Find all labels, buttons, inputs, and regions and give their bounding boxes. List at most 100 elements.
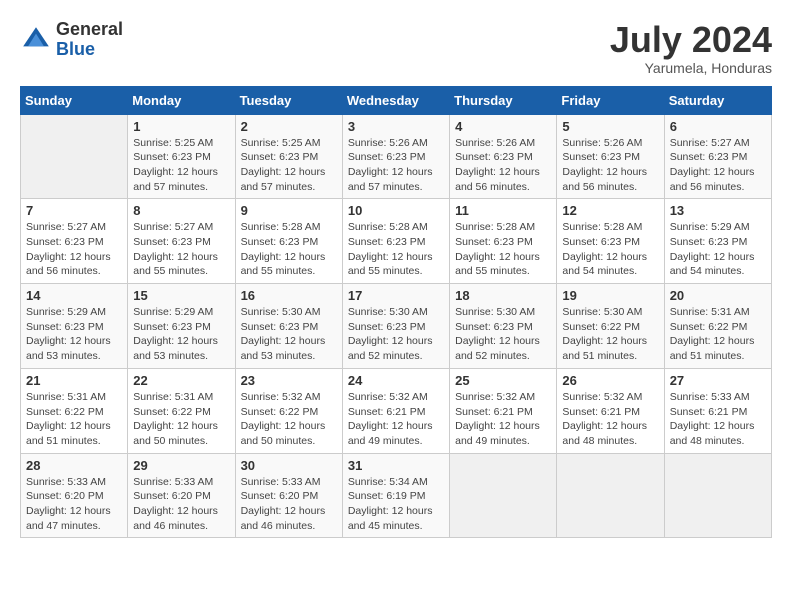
logo-general: General (56, 19, 123, 39)
day-info: Sunrise: 5:29 AM Sunset: 6:23 PM Dayligh… (670, 220, 766, 279)
calendar-cell: 3 Sunrise: 5:26 AM Sunset: 6:23 PM Daylig… (342, 114, 449, 199)
day-info: Sunrise: 5:33 AM Sunset: 6:20 PM Dayligh… (26, 475, 122, 534)
weekday-header-friday: Friday (557, 86, 664, 114)
day-info: Sunrise: 5:27 AM Sunset: 6:23 PM Dayligh… (670, 136, 766, 195)
day-info: Sunrise: 5:27 AM Sunset: 6:23 PM Dayligh… (26, 220, 122, 279)
day-number: 31 (348, 458, 444, 473)
calendar-cell: 20 Sunrise: 5:31 AM Sunset: 6:22 PM Dayli… (664, 284, 771, 369)
calendar-cell: 30 Sunrise: 5:33 AM Sunset: 6:20 PM Dayli… (235, 453, 342, 538)
day-info: Sunrise: 5:26 AM Sunset: 6:23 PM Dayligh… (455, 136, 551, 195)
weekday-header-monday: Monday (128, 86, 235, 114)
calendar-week-row: 7Sunrise: 5:27 AM Sunset: 6:23 PM Daylig… (21, 199, 772, 284)
weekday-header-wednesday: Wednesday (342, 86, 449, 114)
calendar-cell: 27 Sunrise: 5:33 AM Sunset: 6:21 PM Dayli… (664, 368, 771, 453)
weekday-header-row: SundayMondayTuesdayWednesdayThursdayFrid… (21, 86, 772, 114)
calendar-cell: 16Sunrise: 5:30 AM Sunset: 6:23 PM Dayli… (235, 284, 342, 369)
day-number: 13 (670, 203, 766, 218)
calendar-cell: 22 Sunrise: 5:31 AM Sunset: 6:22 PM Dayli… (128, 368, 235, 453)
day-number: 18 (455, 288, 551, 303)
weekday-header-thursday: Thursday (450, 86, 557, 114)
day-info: Sunrise: 5:26 AM Sunset: 6:23 PM Dayligh… (562, 136, 658, 195)
day-info: Sunrise: 5:30 AM Sunset: 6:22 PM Dayligh… (562, 305, 658, 364)
day-number: 1 (133, 119, 229, 134)
day-info: Sunrise: 5:32 AM Sunset: 6:22 PM Dayligh… (241, 390, 337, 449)
calendar-week-row: 28 Sunrise: 5:33 AM Sunset: 6:20 PM Dayli… (21, 453, 772, 538)
logo: General Blue (20, 20, 123, 60)
calendar-week-row: 1 Sunrise: 5:25 AM Sunset: 6:23 PM Daylig… (21, 114, 772, 199)
day-info: Sunrise: 5:26 AM Sunset: 6:23 PM Dayligh… (348, 136, 444, 195)
calendar-cell: 24Sunrise: 5:32 AM Sunset: 6:21 PM Dayli… (342, 368, 449, 453)
day-number: 28 (26, 458, 122, 473)
day-number: 5 (562, 119, 658, 134)
calendar-cell: 15 Sunrise: 5:29 AM Sunset: 6:23 PM Dayli… (128, 284, 235, 369)
calendar-cell: 18 Sunrise: 5:30 AM Sunset: 6:23 PM Dayli… (450, 284, 557, 369)
calendar-cell (664, 453, 771, 538)
day-info: Sunrise: 5:30 AM Sunset: 6:23 PM Dayligh… (455, 305, 551, 364)
calendar-cell: 23Sunrise: 5:32 AM Sunset: 6:22 PM Dayli… (235, 368, 342, 453)
day-number: 10 (348, 203, 444, 218)
calendar-cell: 26 Sunrise: 5:32 AM Sunset: 6:21 PM Dayli… (557, 368, 664, 453)
day-number: 15 (133, 288, 229, 303)
calendar-cell (450, 453, 557, 538)
day-info: Sunrise: 5:33 AM Sunset: 6:21 PM Dayligh… (670, 390, 766, 449)
day-info: Sunrise: 5:28 AM Sunset: 6:23 PM Dayligh… (241, 220, 337, 279)
calendar-cell: 25Sunrise: 5:32 AM Sunset: 6:21 PM Dayli… (450, 368, 557, 453)
day-number: 21 (26, 373, 122, 388)
day-info: Sunrise: 5:32 AM Sunset: 6:21 PM Dayligh… (455, 390, 551, 449)
calendar-cell: 7Sunrise: 5:27 AM Sunset: 6:23 PM Daylig… (21, 199, 128, 284)
day-info: Sunrise: 5:25 AM Sunset: 6:23 PM Dayligh… (241, 136, 337, 195)
weekday-header-sunday: Sunday (21, 86, 128, 114)
day-info: Sunrise: 5:31 AM Sunset: 6:22 PM Dayligh… (26, 390, 122, 449)
calendar-cell: 5 Sunrise: 5:26 AM Sunset: 6:23 PM Daylig… (557, 114, 664, 199)
day-info: Sunrise: 5:28 AM Sunset: 6:23 PM Dayligh… (455, 220, 551, 279)
day-info: Sunrise: 5:28 AM Sunset: 6:23 PM Dayligh… (562, 220, 658, 279)
day-number: 26 (562, 373, 658, 388)
calendar-cell: 17Sunrise: 5:30 AM Sunset: 6:23 PM Dayli… (342, 284, 449, 369)
calendar-table: SundayMondayTuesdayWednesdayThursdayFrid… (20, 86, 772, 539)
day-number: 9 (241, 203, 337, 218)
calendar-cell: 31Sunrise: 5:34 AM Sunset: 6:19 PM Dayli… (342, 453, 449, 538)
logo-text: General Blue (56, 20, 123, 60)
day-info: Sunrise: 5:32 AM Sunset: 6:21 PM Dayligh… (562, 390, 658, 449)
day-number: 12 (562, 203, 658, 218)
day-number: 19 (562, 288, 658, 303)
month-title: July 2024 (610, 20, 772, 60)
day-number: 22 (133, 373, 229, 388)
day-info: Sunrise: 5:33 AM Sunset: 6:20 PM Dayligh… (241, 475, 337, 534)
day-info: Sunrise: 5:31 AM Sunset: 6:22 PM Dayligh… (133, 390, 229, 449)
calendar-cell: 4 Sunrise: 5:26 AM Sunset: 6:23 PM Daylig… (450, 114, 557, 199)
day-number: 8 (133, 203, 229, 218)
weekday-header-saturday: Saturday (664, 86, 771, 114)
day-number: 14 (26, 288, 122, 303)
day-info: Sunrise: 5:31 AM Sunset: 6:22 PM Dayligh… (670, 305, 766, 364)
calendar-cell: 8 Sunrise: 5:27 AM Sunset: 6:23 PM Daylig… (128, 199, 235, 284)
calendar-cell (21, 114, 128, 199)
day-info: Sunrise: 5:30 AM Sunset: 6:23 PM Dayligh… (348, 305, 444, 364)
day-number: 3 (348, 119, 444, 134)
calendar-week-row: 14 Sunrise: 5:29 AM Sunset: 6:23 PM Dayli… (21, 284, 772, 369)
logo-icon (20, 24, 52, 56)
weekday-header-tuesday: Tuesday (235, 86, 342, 114)
calendar-cell: 14Sunrise: 5:29 AM Sunset: 6:23 PM Dayli… (21, 284, 128, 369)
page-header: General Blue July 2024 Yarumela, Hondura… (20, 20, 772, 76)
day-info: Sunrise: 5:29 AM Sunset: 6:23 PM Dayligh… (133, 305, 229, 364)
calendar-cell: 13 Sunrise: 5:29 AM Sunset: 6:23 PM Dayli… (664, 199, 771, 284)
day-info: Sunrise: 5:25 AM Sunset: 6:23 PM Dayligh… (133, 136, 229, 195)
calendar-cell: 11 Sunrise: 5:28 AM Sunset: 6:23 PM Dayli… (450, 199, 557, 284)
calendar-cell: 29Sunrise: 5:33 AM Sunset: 6:20 PM Dayli… (128, 453, 235, 538)
calendar-cell: 10 Sunrise: 5:28 AM Sunset: 6:23 PM Dayli… (342, 199, 449, 284)
title-block: July 2024 Yarumela, Honduras (610, 20, 772, 76)
day-number: 27 (670, 373, 766, 388)
logo-blue: Blue (56, 39, 95, 59)
day-number: 4 (455, 119, 551, 134)
day-number: 11 (455, 203, 551, 218)
calendar-cell: 12 Sunrise: 5:28 AM Sunset: 6:23 PM Dayli… (557, 199, 664, 284)
day-info: Sunrise: 5:28 AM Sunset: 6:23 PM Dayligh… (348, 220, 444, 279)
day-number: 30 (241, 458, 337, 473)
day-info: Sunrise: 5:27 AM Sunset: 6:23 PM Dayligh… (133, 220, 229, 279)
day-number: 29 (133, 458, 229, 473)
calendar-cell: 9 Sunrise: 5:28 AM Sunset: 6:23 PM Daylig… (235, 199, 342, 284)
location: Yarumela, Honduras (610, 60, 772, 76)
calendar-week-row: 21 Sunrise: 5:31 AM Sunset: 6:22 PM Dayli… (21, 368, 772, 453)
day-number: 20 (670, 288, 766, 303)
